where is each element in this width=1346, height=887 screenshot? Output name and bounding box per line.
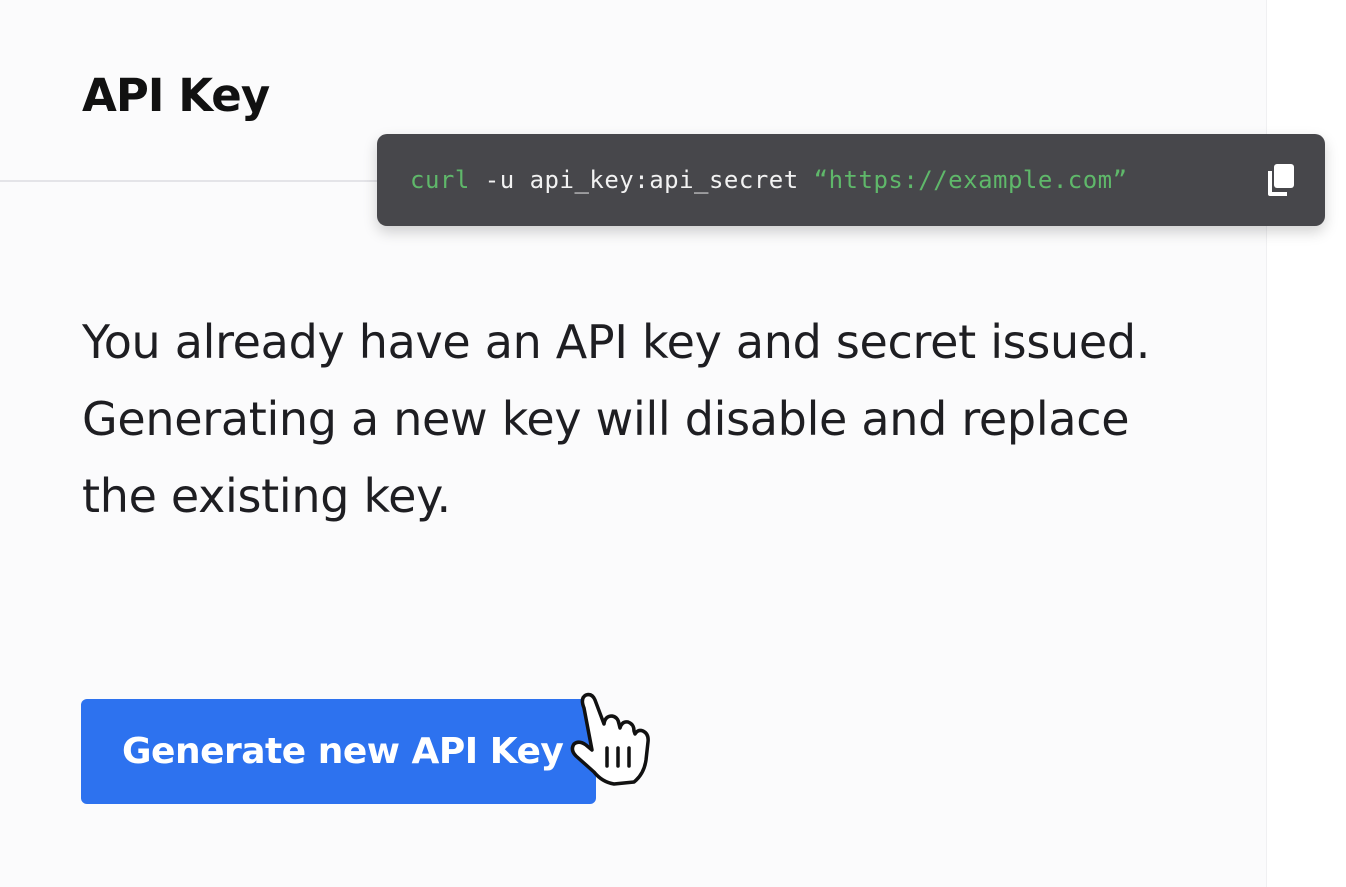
code-url: “https://example.com” [813,166,1128,194]
code-line: curl -u api_key:api_secret “https://exam… [410,164,1128,196]
card-title: API Key [82,69,270,122]
title-divider [0,180,380,182]
description-text: You already have an API key and secret i… [82,315,1151,523]
copy-button[interactable] [1261,160,1301,200]
copy-icon [1268,164,1294,196]
code-args: -u api_key:api_secret [469,166,814,194]
api-key-card: API Key curl -u api_key:api_secret “http… [0,0,1325,887]
code-command: curl [410,166,470,194]
generate-api-key-button[interactable]: Generate new API Key [81,699,596,804]
code-snippet: curl -u api_key:api_secret “https://exam… [377,134,1325,226]
